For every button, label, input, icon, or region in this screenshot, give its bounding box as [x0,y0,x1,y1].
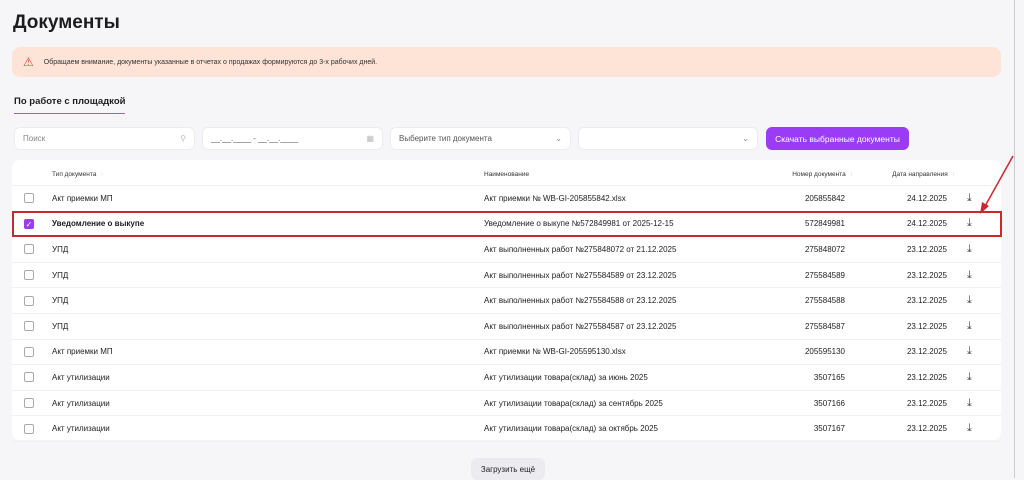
sort-arrow-icon: ↑ [849,171,853,178]
type-placeholder: Выберите тип документа [399,134,492,143]
row-number: 275584588 [804,296,845,306]
row-name: Акт выполненных работ №275584588 от 23.1… [484,296,677,306]
table-row[interactable]: УПД Акт выполненных работ №275848072 от … [12,237,1001,263]
sort-arrow-icon: ↑ [951,171,955,178]
row-number: 3507167 [813,424,845,434]
row-checkbox[interactable] [24,244,34,255]
search-icon: ⚲ [180,134,186,143]
row-type: УПД [52,270,69,280]
download-icon[interactable]: ⤓ [967,422,972,435]
row-name: Акт утилизации товара(склад) за июнь 202… [484,372,648,382]
sort-arrow-icon: ↑ [100,171,104,178]
download-icon[interactable]: ⤓ [967,371,972,384]
row-date: 23.12.2025 [906,270,947,280]
date-placeholder: __.__.____ - __.__.____ [211,134,299,143]
highlight-box [12,211,1002,237]
row-type: Акт утилизации [52,424,110,434]
table-row[interactable]: Акт утилизации Акт утилизации товара(скл… [12,391,1001,417]
row-number: 205855842 [804,193,845,203]
row-name: Акт приемки № WB-GI-205855842.xlsx [484,193,626,203]
download-icon[interactable]: ⤓ [967,243,972,256]
download-icon[interactable]: ⤓ [967,320,972,333]
row-checkbox[interactable] [24,398,34,409]
row-checkbox[interactable] [24,423,34,434]
row-date: 24.12.2025 [906,193,947,203]
row-type: УПД [52,244,69,254]
header-number[interactable]: Номер документа ↑ [792,171,853,178]
row-checkbox[interactable] [24,372,34,383]
notice-text: Обращаем внимание, документы указанные в… [43,58,378,66]
row-checkbox[interactable] [24,321,34,332]
row-number: 275584587 [804,321,845,331]
table-row[interactable]: Акт приемки МП Акт приемки № WB-GI-20559… [12,340,1001,366]
download-icon[interactable]: ⤓ [967,345,972,358]
chevron-down-icon: ⌄ [742,134,749,143]
documents-table: Тип документа ↑ Наименование Номер докуме… [12,160,1001,442]
header-name: Наименование [484,171,530,178]
date-range-input[interactable]: __.__.____ - __.__.____ ▦ [202,127,383,150]
row-checkbox[interactable] [24,270,34,281]
row-name: Акт выполненных работ №275848072 от 21.1… [484,244,677,254]
row-name: Акт выполненных работ №275584587 от 23.1… [484,321,677,331]
download-icon[interactable]: ⤓ [967,192,972,205]
row-type: Акт утилизации [52,398,110,408]
warning-icon: ⚠ [23,55,34,69]
table-row[interactable]: Акт приемки МП Акт приемки № WB-GI-20585… [12,186,1001,212]
page-title: Документы [13,12,120,33]
scrollbar[interactable] [1014,0,1015,478]
search-placeholder: Поиск [23,134,46,143]
search-input[interactable]: Поиск ⚲ [14,127,195,150]
row-number: 3507166 [813,398,845,408]
table-row[interactable]: Акт утилизации Акт утилизации товара(скл… [12,365,1001,391]
row-number: 3507165 [813,372,845,382]
table-header: Тип документа ↑ Наименование Номер докуме… [12,164,1001,186]
row-name: Акт выполненных работ №275584589 от 23.1… [484,270,677,280]
document-type-select[interactable]: Выберите тип документа ⌄ [390,127,571,150]
row-name: Акт приемки № WB-GI-205595130.xlsx [484,347,626,357]
row-checkbox[interactable] [24,193,34,204]
download-icon[interactable]: ⤓ [967,397,972,410]
row-date: 23.12.2025 [906,347,947,357]
row-type: Акт утилизации [52,372,110,382]
row-date: 23.12.2025 [906,244,947,254]
table-row[interactable]: Акт утилизации Акт утилизации товара(скл… [12,416,1001,442]
table-row[interactable]: УПД Акт выполненных работ №275584589 от … [12,263,1001,289]
row-date: 23.12.2025 [906,372,947,382]
calendar-icon: ▦ [366,134,374,143]
header-number-label: Номер документа [792,171,846,178]
row-name: Акт утилизации товара(склад) за октябрь … [484,424,658,434]
download-icon[interactable]: ⤓ [967,269,972,282]
header-type-label: Тип документа [52,171,97,178]
row-date: 23.12.2025 [906,296,947,306]
row-number: 275848072 [804,244,845,254]
row-number: 205595130 [804,347,845,357]
download-selected-button[interactable]: Скачать выбранные документы [766,127,909,150]
row-checkbox[interactable] [24,346,34,357]
row-number: 275584589 [804,270,845,280]
header-type[interactable]: Тип документа ↑ [52,171,104,178]
notice-banner: ⚠ Обращаем внимание, документы указанные… [12,47,1001,77]
header-date-label: Дата направления [892,171,948,178]
table-row[interactable]: УПД Акт выполненных работ №275584588 от … [12,288,1001,314]
row-type: Акт приемки МП [52,193,113,203]
tab-platform[interactable]: По работе с площадкой [14,96,126,114]
row-type: Акт приемки МП [52,347,113,357]
row-name: Акт утилизации товара(склад) за сентябрь… [484,398,663,408]
header-date[interactable]: Дата направления ↑ [892,171,955,178]
row-type: УПД [52,296,69,306]
secondary-select[interactable]: ⌄ [578,127,758,150]
download-icon[interactable]: ⤓ [967,294,972,307]
load-more-button[interactable]: Загрузить ещё [471,458,545,480]
row-date: 23.12.2025 [906,321,947,331]
row-date: 23.12.2025 [906,398,947,408]
row-date: 23.12.2025 [906,424,947,434]
chevron-down-icon: ⌄ [555,134,562,143]
row-checkbox[interactable] [24,295,34,306]
row-type: УПД [52,321,69,331]
table-row[interactable]: УПД Акт выполненных работ №275584587 от … [12,314,1001,340]
